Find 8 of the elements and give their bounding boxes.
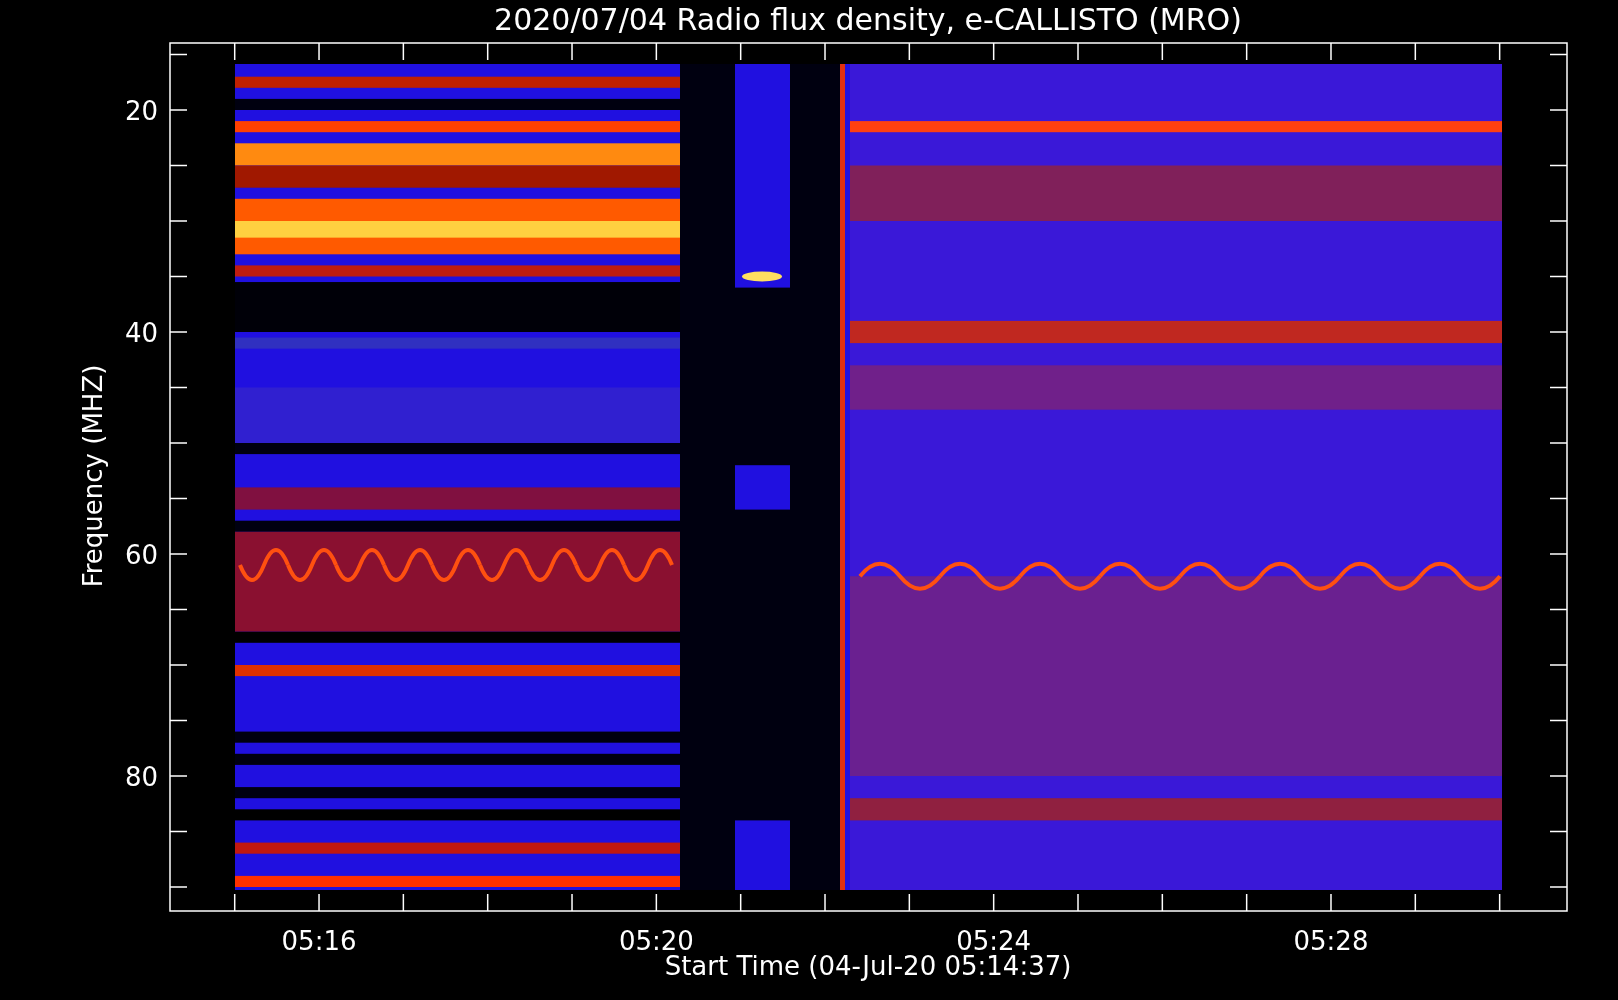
y-tick-label: 80 (124, 762, 158, 792)
x-tick-label: 05:28 (1293, 926, 1369, 956)
x-tick-label: 05:16 (281, 926, 357, 956)
y-axis-label: Frequency (MHZ) (78, 364, 108, 588)
y-tick-label: 60 (124, 540, 158, 570)
y-tick-label: 40 (124, 318, 158, 348)
y-tick-label: 20 (124, 96, 158, 126)
chart-title: 2020/07/04 Radio flux density, e-CALLISTO (MRO) (494, 2, 1242, 37)
